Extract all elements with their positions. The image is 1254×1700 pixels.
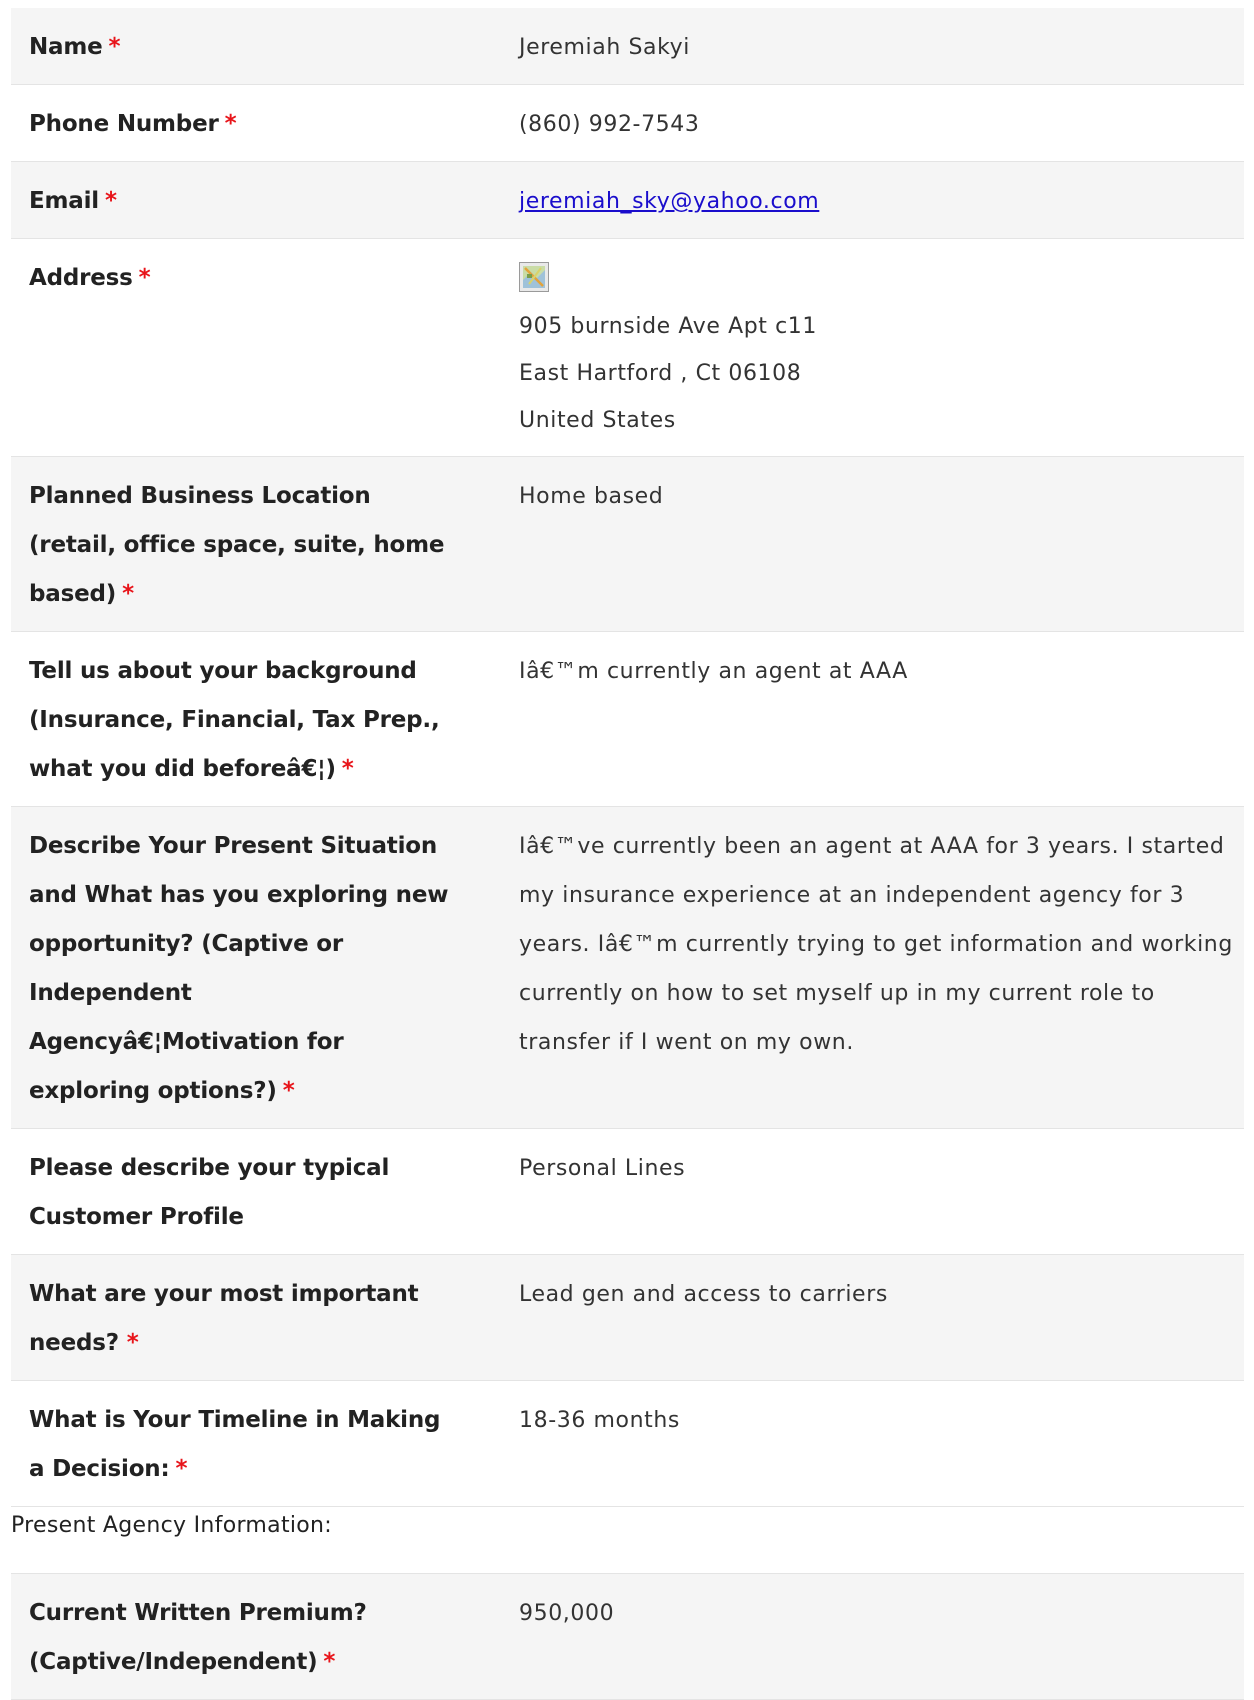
field-row-customer-profile: Please describe your typical Customer Pr… (11, 1129, 1244, 1255)
field-value: Lead gen and access to carriers (519, 1282, 888, 1307)
field-row-background: Tell us about your background (Insurance… (11, 632, 1244, 807)
required-asterisk: * (341, 756, 354, 782)
field-value: 950,000 (519, 1601, 615, 1626)
field-label: Please describe your typical Customer Pr… (29, 1155, 390, 1230)
field-label: What is Your Timeline in Making a Decisi… (29, 1407, 441, 1482)
field-row-present-situation: Describe Your Present Situation and What… (11, 807, 1244, 1129)
required-asterisk: * (126, 1330, 139, 1356)
map-icon[interactable] (519, 262, 549, 292)
required-asterisk: * (282, 1078, 295, 1104)
field-label: Describe Your Present Situation and What… (29, 833, 449, 1104)
address-line: United States (519, 408, 676, 433)
field-label: Phone Number * (29, 111, 237, 137)
field-row-address: Address * 905 burnside Ave Apt c11 East H… (11, 239, 1244, 457)
required-asterisk: * (323, 1649, 336, 1675)
field-label: Name * (29, 34, 121, 60)
required-asterisk: * (224, 111, 237, 137)
field-label: Address * (29, 265, 151, 291)
field-value: Jeremiah Sakyi (519, 35, 691, 60)
field-row-timeline: What is Your Timeline in Making a Decisi… (11, 1381, 1244, 1507)
field-value: Iâ€™m currently an agent at AAA (519, 659, 908, 684)
field-value: Iâ€™ve currently been an agent at AAA fo… (519, 834, 1233, 1055)
field-row-name: Name * Jeremiah Sakyi (11, 8, 1244, 85)
field-row-phone: Phone Number * (860) 992-7543 (11, 85, 1244, 162)
field-value: 905 burnside Ave Apt c11 East Hartford ,… (473, 239, 1244, 456)
required-asterisk: * (108, 34, 121, 60)
entry-details: Name * Jeremiah Sakyi Phone Number * (860)… (11, 8, 1244, 1700)
email-link[interactable]: jeremiah_sky@yahoo.com (519, 189, 819, 214)
field-label: Planned Business Location (retail, offic… (29, 483, 445, 607)
required-asterisk: * (175, 1456, 188, 1482)
field-row-important-needs: What are your most important needs? * Le… (11, 1255, 1244, 1381)
field-label: Tell us about your background (Insurance… (29, 658, 440, 782)
address-line: East Hartford , Ct 06108 (519, 361, 802, 386)
field-row-email: Email * jeremiah_sky@yahoo.com (11, 162, 1244, 239)
field-value: Personal Lines (519, 1156, 686, 1181)
field-label: Current Written Premium? (Captive/Indepe… (29, 1600, 367, 1675)
required-asterisk: * (138, 265, 151, 291)
required-asterisk: * (104, 188, 117, 214)
section-heading: Present Agency Information: (11, 1507, 1244, 1574)
field-value: jeremiah_sky@yahoo.com (473, 162, 1244, 238)
field-value: (860) 992-7543 (519, 112, 700, 137)
field-value: Home based (519, 484, 664, 509)
field-value: 18-36 months (519, 1408, 680, 1433)
field-row-written-premium: Current Written Premium? (Captive/Indepe… (11, 1574, 1244, 1700)
field-label: Email * (29, 188, 117, 214)
address-line: 905 burnside Ave Apt c11 (519, 314, 817, 339)
required-asterisk: * (122, 581, 134, 607)
field-row-business-location: Planned Business Location (retail, offic… (11, 457, 1244, 632)
field-label: What are your most important needs? * (29, 1281, 419, 1356)
